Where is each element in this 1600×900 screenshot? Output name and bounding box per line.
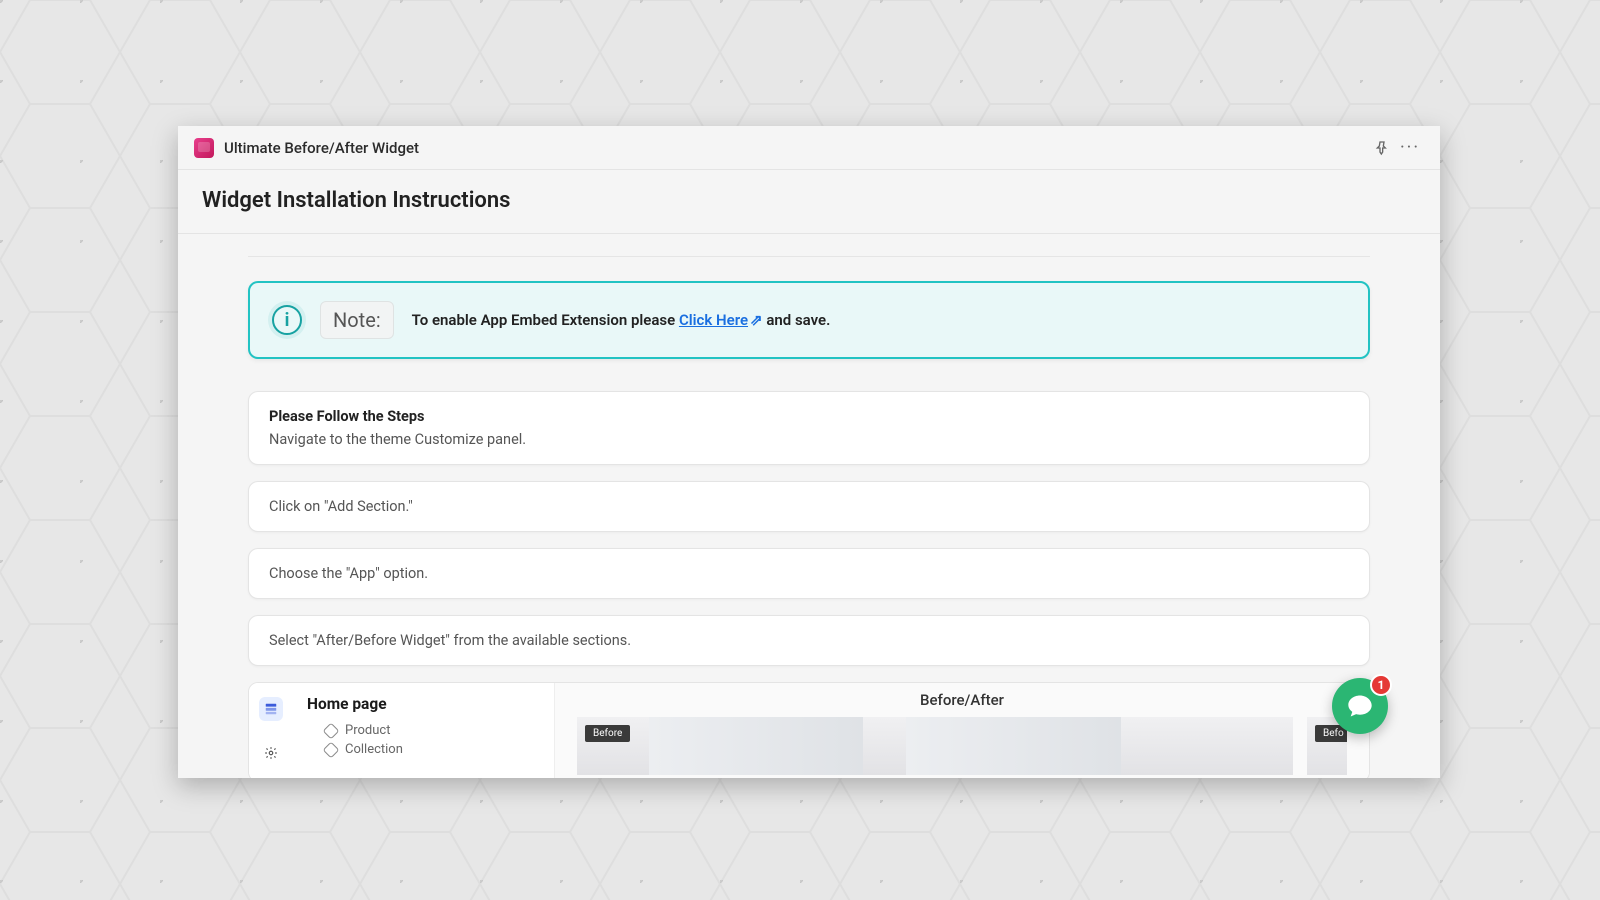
preview-item-label: Collection: [345, 742, 403, 757]
pin-button[interactable]: [1368, 134, 1396, 162]
more-button[interactable]: ···: [1396, 134, 1424, 162]
step-card-2: Click on "Add Section.": [248, 481, 1370, 532]
external-link-icon: ⇗: [750, 311, 763, 329]
content: i Note: To enable App Embed Extension pl…: [178, 234, 1440, 778]
preview-main-pane: Before/After Before Befo: [555, 683, 1369, 778]
before-tag: Before: [585, 725, 630, 742]
preview-sidebar: Home page Product Collection: [249, 683, 555, 778]
sections-icon[interactable]: [259, 697, 283, 721]
note-label: Note:: [320, 301, 394, 339]
step-card-1: Please Follow the Steps Navigate to the …: [248, 391, 1370, 465]
chat-icon: [1346, 692, 1374, 720]
note-text-before: To enable App Embed Extension please: [412, 311, 679, 329]
chat-fab[interactable]: 1: [1332, 678, 1388, 734]
page-title: Widget Installation Instructions: [202, 188, 1416, 213]
step-text: Select "After/Before Widget" from the av…: [269, 632, 1349, 649]
pin-icon: [1374, 140, 1390, 156]
page-header: Widget Installation Instructions: [178, 170, 1440, 234]
more-icon: ···: [1400, 139, 1420, 157]
divider: [248, 256, 1370, 257]
step-card-4: Select "After/Before Widget" from the av…: [248, 615, 1370, 666]
chat-badge: 1: [1370, 674, 1392, 696]
note-link-label: Click Here: [679, 311, 748, 329]
before-after-canvas: Before Befo: [577, 717, 1347, 775]
step-text: Choose the "App" option.: [269, 565, 1349, 582]
before-after-title: Before/After: [577, 691, 1347, 709]
theme-preview: Home page Product Collection Before/Afte…: [248, 682, 1370, 778]
preview-tree: Home page Product Collection: [293, 683, 554, 778]
preview-item-collection[interactable]: Collection: [325, 742, 540, 757]
app-icon: [194, 138, 214, 158]
titlebar: Ultimate Before/After Widget ···: [178, 126, 1440, 170]
step-text: Navigate to the theme Customize panel.: [269, 431, 1349, 448]
diamond-icon: [323, 722, 340, 739]
note-link[interactable]: Click Here ⇗: [679, 311, 763, 329]
before-pane: Before: [577, 717, 1293, 775]
steps-heading: Please Follow the Steps: [269, 408, 1349, 425]
note-text-after: and save.: [763, 311, 831, 329]
preview-home-label[interactable]: Home page: [307, 695, 540, 713]
preview-item-label: Product: [345, 723, 390, 738]
diamond-icon: [323, 741, 340, 758]
settings-icon[interactable]: [259, 741, 283, 765]
step-text: Click on "Add Section.": [269, 498, 1349, 515]
app-title: Ultimate Before/After Widget: [224, 139, 419, 157]
preview-icon-column: [249, 683, 293, 778]
preview-item-product[interactable]: Product: [325, 723, 540, 738]
note-text: To enable App Embed Extension please Cli…: [412, 311, 831, 329]
info-icon: i: [272, 305, 302, 335]
step-card-3: Choose the "App" option.: [248, 548, 1370, 599]
note-banner: i Note: To enable App Embed Extension pl…: [248, 281, 1370, 359]
app-shell: Ultimate Before/After Widget ··· Widget …: [178, 126, 1440, 778]
